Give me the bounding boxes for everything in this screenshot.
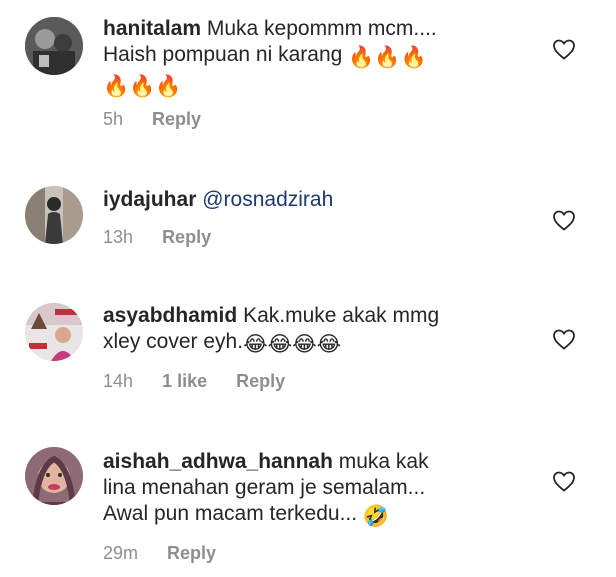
comment-body: muka kak	[338, 450, 429, 473]
comment-username[interactable]: aishah_adhwa_hannah	[103, 450, 333, 473]
heart-outline-icon[interactable]	[552, 38, 576, 60]
comment-time: 29m	[103, 543, 139, 563]
comment-time: 14h	[103, 371, 134, 391]
comment-text: iydajuhar @rosnadzirah	[103, 187, 523, 213]
fire-emoji: 🔥🔥🔥	[103, 75, 182, 98]
comment-body-line3: Awal pun macam terkedu...	[103, 502, 358, 525]
avatar[interactable]	[25, 17, 83, 75]
reply-button[interactable]: Reply	[162, 227, 211, 247]
comment-text: asyabdhamid Kak.muke akak mmg xley cover…	[103, 303, 523, 358]
mention-link[interactable]: @rosnadzirah	[202, 188, 333, 211]
avatar[interactable]	[25, 447, 83, 505]
comment-time: 13h	[103, 227, 134, 247]
comment-username[interactable]: iydajuhar	[103, 188, 196, 211]
comment-meta: 13h Reply	[103, 227, 235, 248]
heart-outline-icon[interactable]	[552, 470, 576, 492]
comment-text: aishah_adhwa_hannah muka kak lina menaha…	[103, 449, 523, 530]
comment-text: hanitalam Muka kepommm mcm.... Haish pom…	[103, 16, 523, 100]
comment-meta: 14h 1 like Reply	[103, 371, 309, 392]
fire-emoji: 🔥🔥🔥	[348, 46, 427, 69]
heart-outline-icon[interactable]	[552, 328, 576, 350]
heart-outline-icon[interactable]	[552, 209, 576, 231]
comment-username[interactable]: asyabdhamid	[103, 304, 237, 327]
comment-username[interactable]: hanitalam	[103, 17, 201, 40]
avatar[interactable]	[25, 186, 83, 244]
comment-body: Kak.muke akak mmg	[243, 304, 440, 327]
likes-count[interactable]: 1 like	[162, 371, 207, 391]
comment-body-line2: xley cover eyh.	[103, 330, 244, 353]
comment-time: 5h	[103, 109, 124, 129]
comment-meta: 29m Reply	[103, 543, 240, 564]
reply-button[interactable]: Reply	[236, 371, 285, 391]
comment-body-line2: Haish pompuan ni karang	[103, 43, 343, 66]
comment-body: Muka kepommm mcm....	[206, 17, 437, 40]
rofl-emoji: 🤣	[362, 505, 390, 528]
reply-button[interactable]: Reply	[152, 109, 201, 129]
tears-of-joy-emoji: 😂😂😂😂	[243, 333, 342, 356]
comment-meta: 5h Reply	[103, 109, 225, 130]
comment-body-line2: lina menahan geram je semalam...	[103, 476, 426, 499]
reply-button[interactable]: Reply	[167, 543, 216, 563]
avatar[interactable]	[25, 303, 83, 361]
